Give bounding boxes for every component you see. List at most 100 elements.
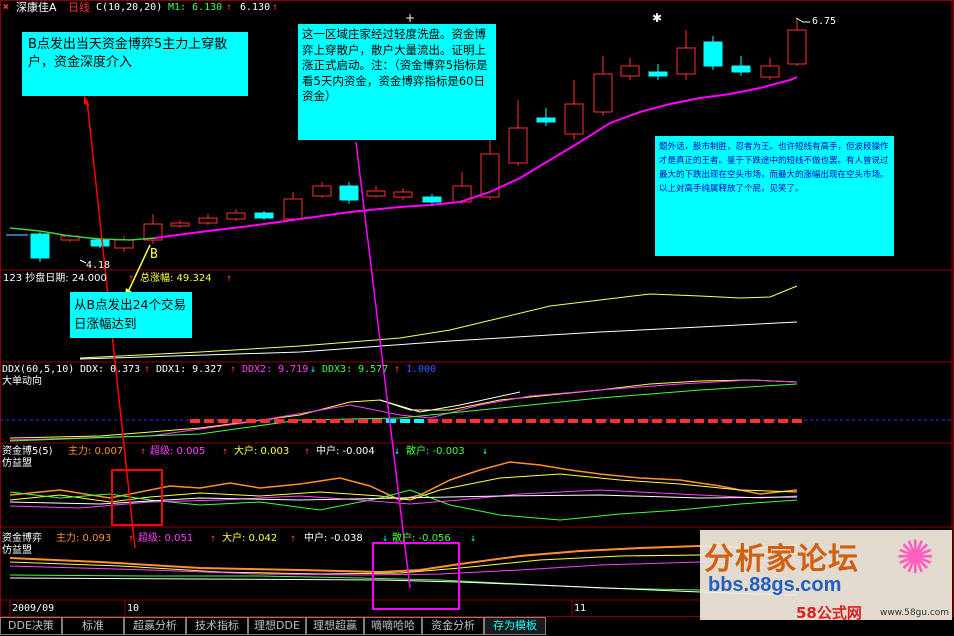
tab-save-template[interactable]: 存为模板 bbox=[484, 617, 546, 635]
ddx-bar bbox=[470, 419, 480, 423]
note-washout-text: 这一区域庄家经过轻度洗盘。资金博弈上穿散户，散户大量流出。证明上涨正式启动。注：… bbox=[302, 27, 488, 103]
note-washout: 这一区域庄家经过轻度洗盘。资金博弈上穿散户，散户大量流出。证明上涨正式启动。注：… bbox=[298, 24, 496, 140]
ddx-bar bbox=[610, 419, 620, 423]
ind1-title: 123 抄盘日期: 24.000 bbox=[3, 273, 107, 284]
ddx-bar bbox=[778, 419, 788, 423]
ddx-bar bbox=[316, 419, 326, 423]
ind2-ddx: DDX: 0.373 bbox=[80, 364, 141, 375]
note-24-days-text: 从B点发出24个交易日涨幅达到 bbox=[74, 297, 186, 331]
watermark-url: bbs.88gs.com bbox=[708, 574, 842, 596]
note-aside-text: 题外话，股市制胜，忍者为王。也许短线有高手，但波段操作才是真正的王者。鉴于下跌途… bbox=[659, 142, 889, 194]
ddx-bar bbox=[722, 419, 732, 423]
m1-value-2: 6.130 bbox=[240, 2, 271, 13]
candle-body bbox=[198, 217, 218, 224]
tab-super-win[interactable]: 超赢分析 bbox=[124, 617, 186, 635]
ddx-bar bbox=[540, 419, 550, 423]
ddx-bar bbox=[708, 419, 718, 423]
watermark-brand-url: www.58gu.com bbox=[880, 608, 950, 618]
ind2-ddx2: DDX2: 9.719 bbox=[242, 364, 309, 375]
ddx-bar bbox=[680, 419, 690, 423]
tab-ideal-super[interactable]: 理想超赢 bbox=[306, 617, 364, 635]
candle-body bbox=[703, 41, 723, 67]
ind4-sub: 仿益盟 bbox=[2, 545, 32, 556]
candle-body bbox=[90, 239, 110, 247]
ddx-bar bbox=[204, 419, 214, 423]
ddx-bar bbox=[736, 419, 746, 423]
ddx-bar bbox=[246, 419, 256, 423]
ddx-bar bbox=[428, 419, 438, 423]
ddx-bar bbox=[400, 419, 410, 423]
ddx-bar bbox=[386, 419, 396, 423]
ddx-bar bbox=[456, 419, 466, 423]
watermark-brand: 58公式网 bbox=[796, 604, 862, 622]
price-low-label: 4.18 bbox=[86, 260, 111, 271]
price-high-label: 6.75 bbox=[812, 16, 837, 27]
axis-date-2: 10 bbox=[127, 603, 140, 614]
ddx-bar bbox=[274, 419, 284, 423]
period-label[interactable]: 日线 bbox=[68, 2, 90, 14]
ddx-bar bbox=[190, 419, 200, 423]
svg-text:✱: ✱ bbox=[652, 11, 662, 25]
ind3-main: 主力: 0.007 bbox=[68, 446, 124, 457]
m1-value: M1: 6.130 bbox=[168, 2, 223, 13]
candle-body bbox=[393, 191, 413, 198]
ddx-bar bbox=[498, 419, 508, 423]
ddx-bars bbox=[190, 419, 802, 423]
ddx-bar bbox=[330, 419, 340, 423]
ddx-bar bbox=[218, 419, 228, 423]
ddx-bar bbox=[750, 419, 760, 423]
menu-icon[interactable]: ✖ bbox=[3, 2, 9, 14]
note-b-point-text: B点发出当天资金博弈5主力上穿散户，资金深度介入 bbox=[28, 37, 228, 70]
candle-body bbox=[114, 239, 134, 249]
ind3-sub: 仿益盟 bbox=[2, 458, 32, 469]
highlight-box-magenta bbox=[372, 542, 460, 610]
candle-body bbox=[30, 233, 50, 259]
candle-body bbox=[283, 198, 303, 220]
ddx-bar bbox=[484, 419, 494, 423]
tab-dida[interactable]: 嘀嘀哈哈 bbox=[364, 617, 422, 635]
candle-body bbox=[170, 222, 190, 227]
svg-text:+: + bbox=[405, 11, 415, 25]
ind3-retail: 散户: -0.003 bbox=[406, 446, 465, 457]
ddx-bar bbox=[260, 419, 270, 423]
ind4-main: 主力: 0.093 bbox=[56, 533, 112, 544]
ddx-bar bbox=[288, 419, 298, 423]
candle-body bbox=[226, 212, 246, 220]
candle-body bbox=[312, 185, 332, 197]
ind3-mid: 中户: -0.004 bbox=[316, 446, 375, 457]
highlight-box-red bbox=[111, 469, 163, 526]
ddx-bar bbox=[652, 419, 662, 423]
ddx-bar bbox=[358, 419, 368, 423]
ind4-mid: 中户: -0.038 bbox=[304, 533, 363, 544]
ind2-ddx3: DDX3: 9.577 bbox=[322, 364, 389, 375]
ind2-extra: 1.000 bbox=[406, 364, 437, 375]
point-b-label: B bbox=[150, 247, 158, 262]
ind3-large: 大户: 0.003 bbox=[234, 446, 290, 457]
candle-body bbox=[339, 185, 359, 201]
tab-fund-analysis[interactable]: 资金分析 bbox=[422, 617, 484, 635]
ddx-bar bbox=[596, 419, 606, 423]
tab-ideal-dde[interactable]: 理想DDE bbox=[248, 617, 306, 635]
tab-dde-decision[interactable]: DDE决策 bbox=[0, 617, 62, 635]
ma-params: C(10,20,20) bbox=[96, 2, 163, 13]
tab-tech-indicator[interactable]: 技术指标 bbox=[186, 617, 248, 635]
candle-body bbox=[593, 73, 613, 113]
tab-standard[interactable]: 标准 bbox=[62, 617, 124, 635]
ind2-params: DDX(60,5,10) bbox=[2, 364, 75, 375]
ddx-bar bbox=[638, 419, 648, 423]
ddx-bar bbox=[624, 419, 634, 423]
ind4-super: 超级: 0.051 bbox=[138, 533, 194, 544]
ddx-bar bbox=[666, 419, 676, 423]
ddx-bar bbox=[414, 419, 424, 423]
candle-body bbox=[366, 190, 386, 197]
ddx-bar bbox=[302, 419, 312, 423]
ddx-bar bbox=[512, 419, 522, 423]
candle-body bbox=[564, 103, 584, 135]
ind4-retail: 散户: -0.056 bbox=[392, 533, 451, 544]
candle-body bbox=[508, 127, 528, 164]
axis-date-1: 2009/09 bbox=[12, 603, 55, 614]
ddx-bar bbox=[568, 419, 578, 423]
ind3-name: 资金博5(5) bbox=[2, 446, 53, 457]
note-24-days: 从B点发出24个交易日涨幅达到 bbox=[70, 292, 192, 338]
ddx-bar bbox=[442, 419, 452, 423]
